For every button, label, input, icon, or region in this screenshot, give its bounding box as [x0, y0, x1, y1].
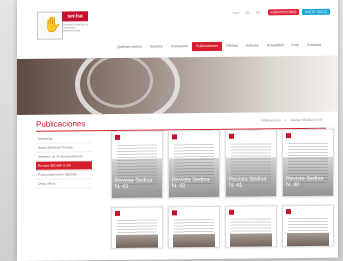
lang-es-link[interactable]: ES — [246, 11, 250, 15]
hazte-socio-button[interactable]: HAZTE SOCIO — [302, 8, 330, 16]
cover-text — [288, 217, 328, 233]
brand-icon — [229, 209, 234, 215]
magazine-number: N. 41 — [229, 182, 243, 189]
nav-formacion[interactable]: Formación — [167, 42, 192, 51]
magazine-card[interactable] — [111, 206, 163, 250]
magazine-number: N. 40 — [286, 182, 300, 189]
magazine-card[interactable] — [168, 205, 220, 249]
magazine-caption: Revista Sedisa N. 40 — [286, 176, 323, 188]
main-nav: Quiénes somos Eventos Formación Publicacion… — [113, 41, 325, 52]
breadcrumb-separator: > — [284, 118, 287, 123]
magazine-card[interactable] — [282, 204, 334, 248]
breadcrumb-current: Revista SEDISA S.XXI — [290, 117, 323, 123]
magazine-caption: Revista Sedisa N. 41 — [229, 176, 266, 188]
logo-subtitle: Sociedad Española de Cardiología Interve… — [62, 23, 88, 33]
hero-banner — [17, 55, 338, 115]
brand-icon — [286, 209, 291, 215]
magazine-card[interactable]: Revista Sedisa N. 41 — [225, 129, 277, 198]
nav-contacto[interactable]: Contacto — [303, 41, 325, 50]
cover-photo — [116, 234, 158, 249]
sidebar-item-otras-obras[interactable]: Otras obras — [36, 179, 92, 189]
magazine-card[interactable] — [225, 205, 277, 248]
cover-photo — [287, 232, 329, 248]
logo[interactable]: ✋ — [37, 11, 63, 40]
magazine-number: N. 43 — [115, 183, 129, 190]
nav-enlaces[interactable]: Enlaces — [242, 41, 263, 50]
brand-icon — [172, 210, 177, 216]
hand-icon: ✋ — [43, 16, 62, 34]
page-title: Publicaciones — [36, 119, 86, 129]
nav-quienes-somos[interactable]: Quiénes somos — [113, 43, 146, 52]
login-link[interactable]: Login — [232, 11, 240, 15]
magazine-caption: Revista Sedisa N. 42 — [172, 177, 209, 189]
nav-actualidad[interactable]: Actualidad — [263, 41, 288, 50]
breadcrumb: Publicaciones > Revista SEDISA S.XXI — [261, 118, 327, 123]
magazine-card[interactable]: Revista Sedisa N. 43 — [111, 130, 163, 200]
nav-foro[interactable]: Foro — [288, 41, 303, 50]
inscripciones-button[interactable]: INSCRIPCIONES — [268, 9, 299, 16]
brand-icon — [229, 133, 234, 139]
brand-icon — [172, 134, 177, 140]
brand-icon — [115, 210, 120, 216]
nav-publicaciones[interactable]: Publicaciones — [191, 41, 223, 52]
logo-brand[interactable]: seclsa — [62, 11, 88, 22]
hero-shade — [217, 55, 338, 113]
browser-viewport: ✋ seclsa Sociedad Española de Cardiologí… — [17, 0, 338, 261]
magazine-caption: Revista Sedisa N. 43 — [115, 178, 152, 190]
brand-icon — [286, 133, 291, 139]
nav-eventos[interactable]: Eventos — [146, 42, 167, 51]
magazine-card[interactable]: Revista Sedisa N. 42 — [168, 129, 220, 199]
cover-photo — [230, 233, 272, 248]
lang-en-link[interactable]: EN — [256, 10, 260, 14]
cover-text — [231, 218, 271, 233]
cover-text — [117, 219, 157, 234]
brand-icon — [115, 134, 120, 140]
magazine-number: N. 42 — [172, 183, 186, 190]
nav-ofertas[interactable]: Ofertas — [222, 42, 242, 51]
cover-text — [174, 218, 214, 234]
magazine-card[interactable]: Revista Sedisa N. 40 — [282, 128, 334, 198]
sidebar: Memorias Salud Sanitaria Privada Informe… — [36, 134, 92, 189]
cover-photo — [173, 233, 215, 249]
top-links: Login ES EN — [232, 10, 265, 14]
breadcrumb-item[interactable]: Publicaciones — [261, 118, 281, 122]
